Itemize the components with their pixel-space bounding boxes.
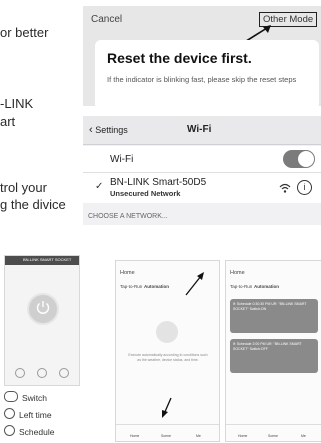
text-fragment: trol your xyxy=(0,180,47,195)
legend-left-time: Left time xyxy=(4,408,52,420)
wifi-signal-icon xyxy=(279,183,291,193)
automation-placeholder-icon xyxy=(156,321,178,343)
nav-scene[interactable]: Scene xyxy=(161,434,171,438)
bottom-nav: Home Scene Me xyxy=(116,424,219,441)
power-icon xyxy=(36,301,50,314)
left-time-icon[interactable] xyxy=(37,368,47,378)
automation-card[interactable]: If: Schedule 0:30:30 PM UR: "BN-LINK SMA… xyxy=(230,299,318,333)
text-fragment: g the divice xyxy=(0,197,66,212)
home-header: Home xyxy=(120,270,135,276)
page-title: Wi-Fi xyxy=(187,124,212,135)
card-text: If: Schedule 2:00 PM UR: "BN-LINK SMART … xyxy=(233,342,302,351)
network-security: Unsecured Network xyxy=(110,189,181,198)
socket-control-screenshot: BN-LINK SMART SOCKET xyxy=(4,255,80,386)
bottom-nav: Home Scene Me xyxy=(226,424,321,441)
automation-card[interactable]: If: Schedule 2:00 PM UR: "BN-LINK SMART … xyxy=(230,339,318,373)
legend-label: Left time xyxy=(19,410,52,420)
empty-text: Execute automatically according to condi… xyxy=(128,353,208,362)
automation-empty-screenshot: Home Tap-to-Run Automation Execute autom… xyxy=(115,260,220,442)
home-header: Home xyxy=(230,270,245,276)
switch-icon xyxy=(4,391,18,402)
tab-automation[interactable]: Automation xyxy=(144,284,169,289)
card-text: If: Schedule 0:30:30 PM UR: "BN-LINK SMA… xyxy=(233,302,307,311)
legend-schedule: Schedule xyxy=(4,425,54,437)
wifi-toggle[interactable] xyxy=(283,150,315,168)
nav-scene[interactable]: Scene xyxy=(268,434,278,438)
nav-bar: ‹ Settings Wi-Fi xyxy=(83,116,321,145)
wifi-settings-screenshot: ‹ Settings Wi-Fi Wi-Fi ✓ BN-LINK Smart-5… xyxy=(83,116,321,225)
power-button[interactable] xyxy=(27,293,59,325)
toggle-knob xyxy=(298,151,314,167)
network-row[interactable]: ✓ BN-LINK Smart-50D5 Unsecured Network i xyxy=(83,172,321,203)
tab-tap-to-run[interactable]: Tap-to-Run xyxy=(230,284,252,289)
reset-dialog-screenshot: Cancel Other Mode Reset the device first… xyxy=(83,6,321,106)
text-fragment: -LINK xyxy=(0,96,34,111)
info-icon[interactable]: i xyxy=(297,180,312,195)
nav-home[interactable]: Home xyxy=(130,434,139,438)
legend-label: Schedule xyxy=(19,427,55,437)
schedule-icon[interactable] xyxy=(59,368,69,378)
thumb-title: BN-LINK SMART SOCKET xyxy=(23,257,72,262)
cancel-button[interactable]: Cancel xyxy=(91,14,122,25)
choose-network-header: CHOOSE A NETWORK... xyxy=(88,213,168,220)
wifi-toggle-row: Wi-Fi xyxy=(83,146,321,172)
tab-automation[interactable]: Automation xyxy=(254,284,279,289)
title-bar: BN-LINK SMART SOCKET xyxy=(5,256,79,265)
reset-title: Reset the device first. xyxy=(107,50,252,66)
automation-list-screenshot: Home Tap-to-Run Automation If: Schedule … xyxy=(225,260,321,442)
nav-home[interactable]: Home xyxy=(238,434,247,438)
reset-card: Reset the device first. If the indicator… xyxy=(95,40,319,106)
tab-tap-to-run[interactable]: Tap-to-Run xyxy=(120,284,142,289)
text-fragment: or better xyxy=(0,25,49,40)
nav-me[interactable]: Me xyxy=(301,434,306,438)
clock-icon xyxy=(4,425,15,436)
reset-description: If the indicator is blinking fast, pleas… xyxy=(107,75,297,84)
timer-icon xyxy=(4,408,15,419)
arrow-icon xyxy=(162,397,172,418)
switch-icon[interactable] xyxy=(15,368,25,378)
checkmark-icon: ✓ xyxy=(95,181,104,192)
text-fragment: art xyxy=(0,114,16,129)
settings-back-label: Settings xyxy=(95,125,128,135)
arrow-icon xyxy=(185,272,204,296)
legend-switch: Switch xyxy=(4,391,47,403)
legend-label: Switch xyxy=(22,393,48,403)
chevron-left-icon: ‹ xyxy=(89,124,93,136)
settings-back-button[interactable]: ‹ Settings xyxy=(89,124,128,136)
network-name: BN-LINK Smart-50D5 xyxy=(110,177,207,188)
wifi-label: Wi-Fi xyxy=(110,154,134,165)
nav-me[interactable]: Me xyxy=(196,434,201,438)
